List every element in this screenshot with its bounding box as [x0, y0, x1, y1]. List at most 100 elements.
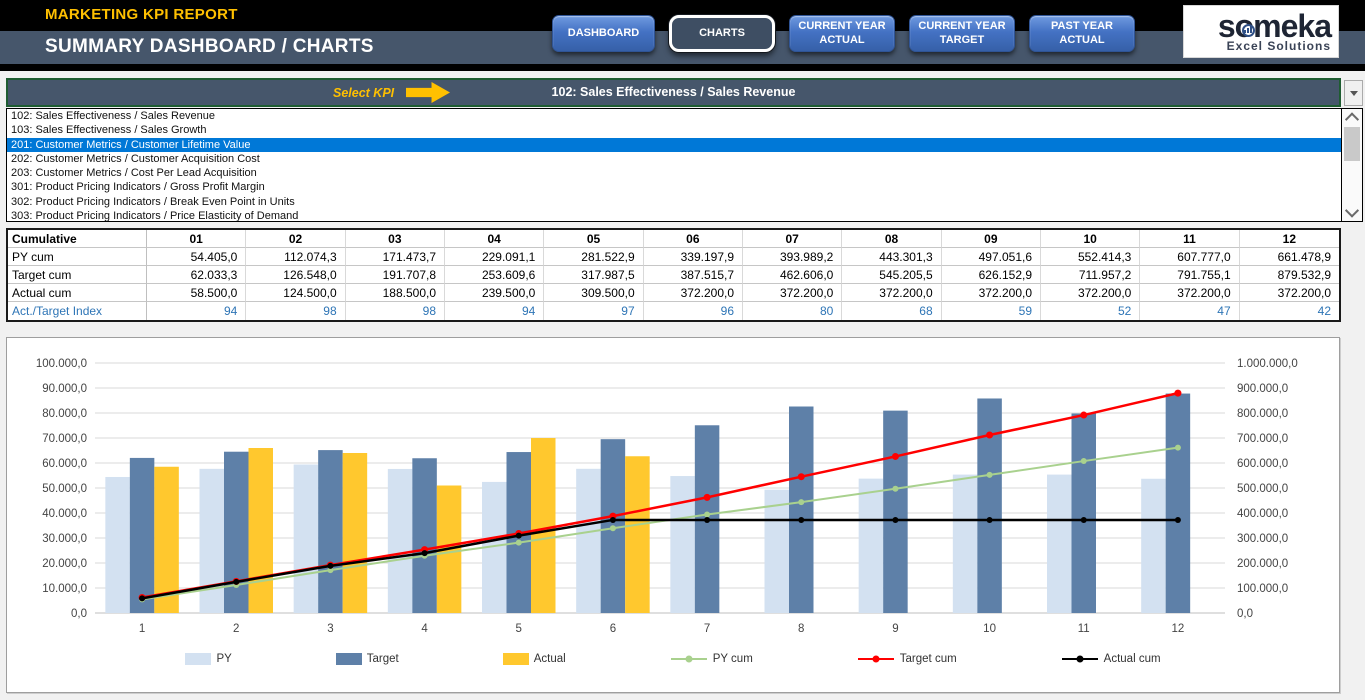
- table-value-cell: 171.473,7: [346, 248, 445, 266]
- table-value-cell: 253.609,6: [445, 266, 544, 284]
- nav-button-past-year-actual[interactable]: PAST YEAR ACTUAL: [1029, 15, 1135, 52]
- table-value-cell: 54.405,0: [147, 248, 246, 266]
- marker-actual-cum: [139, 595, 145, 601]
- left-axis-tick: 30.000,0: [42, 533, 87, 545]
- legend-swatch: [670, 652, 708, 666]
- table-month-header: 08: [842, 230, 941, 248]
- table-value-cell: 97: [544, 302, 643, 320]
- bar-target: [1166, 394, 1191, 613]
- bar-py: [294, 465, 319, 613]
- marker-py-cum: [987, 472, 993, 478]
- table-value-cell: 42: [1240, 302, 1339, 320]
- right-axis-tick: 1.000.000,0: [1237, 358, 1298, 370]
- table-value-cell: 94: [445, 302, 544, 320]
- marker-actual-cum: [1175, 517, 1181, 523]
- table-value-cell: 879.532,9: [1240, 266, 1339, 284]
- kpi-option[interactable]: 203: Customer Metrics / Cost Per Lead Ac…: [7, 166, 1341, 180]
- right-axis-tick: 600.000,0: [1237, 458, 1288, 470]
- page-subtitle: SUMMARY DASHBOARD / CHARTS: [45, 36, 374, 58]
- table-month-header: 10: [1041, 230, 1140, 248]
- bar-target: [883, 411, 908, 613]
- table-value-cell: 112.074,3: [246, 248, 345, 266]
- table-value-cell: 98: [346, 302, 445, 320]
- table-value-cell: 239.500,0: [445, 284, 544, 302]
- x-axis-label: 7: [704, 623, 710, 635]
- table-value-cell: 462.606,0: [743, 266, 842, 284]
- nav-button-charts[interactable]: CHARTS: [669, 15, 775, 52]
- marker-py-cum: [892, 486, 898, 492]
- scrollbar-thumb[interactable]: [1344, 127, 1360, 161]
- marker-py-cum: [798, 499, 804, 505]
- nav-button-dashboard[interactable]: DASHBOARD: [552, 15, 655, 52]
- list-scrollbar[interactable]: [1341, 109, 1362, 221]
- table-value-cell: 58.500,0: [147, 284, 246, 302]
- nav-button-current-year-actual[interactable]: CURRENT YEAR ACTUAL: [789, 15, 895, 52]
- table-value-cell: 393.989,2: [743, 248, 842, 266]
- marker-target-cum: [892, 453, 899, 460]
- bar-py: [765, 490, 790, 613]
- table-value-cell: 545.205,5: [842, 266, 941, 284]
- someka-logo: someka Excel Solutions: [1183, 5, 1339, 58]
- kpi-selector-bar[interactable]: Select KPI 102: Sales Effectiveness / Sa…: [6, 78, 1341, 107]
- bar-actual: [343, 453, 368, 613]
- left-axis-tick: 100.000,0: [36, 358, 87, 370]
- kpi-option[interactable]: 202: Customer Metrics / Customer Acquisi…: [7, 152, 1341, 166]
- marker-actual-cum: [422, 550, 428, 556]
- table-value-cell: 62.033,3: [147, 266, 246, 284]
- table-value-cell: 124.500,0: [246, 284, 345, 302]
- legend-label: PY: [216, 653, 231, 665]
- kpi-option-list: 102: Sales Effectiveness / Sales Revenue…: [6, 108, 1363, 222]
- legend-item-target: Target: [336, 652, 399, 666]
- kpi-option[interactable]: 302: Product Pricing Indicators / Break …: [7, 195, 1341, 209]
- bar-py: [953, 475, 978, 613]
- scroll-down-icon[interactable]: [1342, 204, 1362, 220]
- legend-item-actual-cum: Actual cum: [1061, 652, 1161, 666]
- left-axis-tick: 80.000,0: [42, 408, 87, 420]
- kpi-option[interactable]: 301: Product Pricing Indicators / Gross …: [7, 180, 1341, 194]
- table-value-cell: 791.755,1: [1140, 266, 1239, 284]
- table-value-cell: 188.500,0: [346, 284, 445, 302]
- x-axis-label: 4: [421, 623, 428, 635]
- table-value-cell: 387.515,7: [644, 266, 743, 284]
- table-month-header: 05: [544, 230, 643, 248]
- legend-swatch: [857, 652, 895, 666]
- marker-py-cum: [1175, 445, 1181, 451]
- nav-buttons: DASHBOARD CHARTS CURRENT YEAR ACTUAL CURREN…: [552, 15, 1135, 52]
- table-value-cell: 372.200,0: [942, 284, 1041, 302]
- right-axis-tick: 400.000,0: [1237, 508, 1288, 520]
- x-axis-label: 3: [327, 623, 333, 635]
- legend-item-py: PY: [185, 652, 231, 666]
- table-value-cell: 52: [1041, 302, 1140, 320]
- cumulative-table: Cumulative010203040506070809101112PY cum…: [6, 228, 1341, 322]
- legend-swatch: [503, 652, 529, 666]
- kpi-option[interactable]: 102: Sales Effectiveness / Sales Revenue: [7, 109, 1341, 123]
- table-value-cell: 80: [743, 302, 842, 320]
- scroll-up-icon[interactable]: [1342, 110, 1362, 126]
- table-value-cell: 229.091,1: [445, 248, 544, 266]
- kpi-chart: 0,00,010.000,0100.000,020.000,0200.000,0…: [6, 337, 1340, 693]
- marker-target-cum: [1080, 412, 1087, 419]
- kpi-option[interactable]: 201: Customer Metrics / Customer Lifetim…: [7, 138, 1341, 152]
- bar-target: [977, 398, 1002, 613]
- bar-target: [412, 458, 437, 613]
- kpi-option[interactable]: 303: Product Pricing Indicators / Price …: [7, 209, 1341, 221]
- selected-kpi-value: 102: Sales Effectiveness / Sales Revenue: [8, 85, 1339, 99]
- table-month-header: 04: [445, 230, 544, 248]
- table-row-label: Act./Target Index: [8, 302, 147, 320]
- kpi-dropdown-button[interactable]: [1344, 80, 1363, 106]
- legend-swatch: [336, 652, 362, 666]
- marker-py-cum: [704, 512, 710, 518]
- bar-py: [200, 469, 225, 613]
- table-month-header: 06: [644, 230, 743, 248]
- table-value-cell: 126.548,0: [246, 266, 345, 284]
- x-axis-label: 11: [1078, 623, 1090, 635]
- kpi-option[interactable]: 103: Sales Effectiveness / Sales Growth: [7, 123, 1341, 137]
- legend-swatch: [185, 652, 211, 666]
- legend-item-py-cum: PY cum: [670, 652, 753, 666]
- marker-actual-cum: [987, 517, 993, 523]
- x-axis-label: 5: [516, 623, 522, 635]
- page-title: MARKETING KPI REPORT: [45, 6, 238, 23]
- table-row-label: Target cum: [8, 266, 147, 284]
- nav-button-current-year-target[interactable]: CURRENT YEAR TARGET: [909, 15, 1015, 52]
- legend-label: Actual: [534, 653, 566, 665]
